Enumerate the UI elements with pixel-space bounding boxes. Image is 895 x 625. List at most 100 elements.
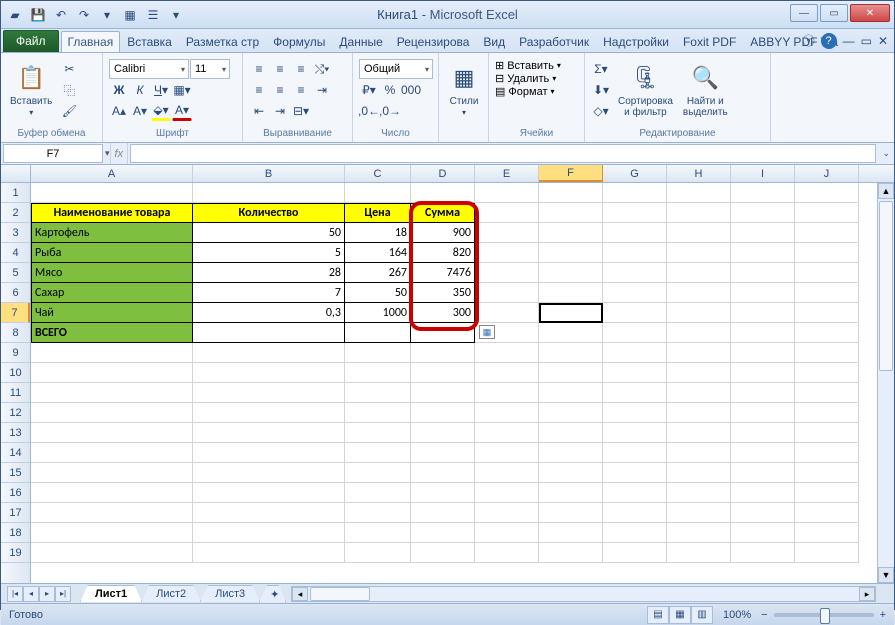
cell-G13[interactable] [603, 423, 667, 443]
doc-minimize-icon[interactable]: — [843, 34, 855, 48]
col-header-I[interactable]: I [731, 165, 795, 182]
cell-J7[interactable] [795, 303, 859, 323]
cell-C3[interactable]: 18 [345, 223, 411, 243]
cells-area[interactable]: Наименование товараКоличествоЦенаСуммаКа… [31, 183, 894, 583]
cell-I12[interactable] [731, 403, 795, 423]
cell-D1[interactable] [411, 183, 475, 203]
scroll-up-icon[interactable]: ▲ [878, 183, 894, 199]
cell-B11[interactable] [193, 383, 345, 403]
cell-I9[interactable] [731, 343, 795, 363]
tab-view[interactable]: Вид [476, 31, 512, 52]
cell-B17[interactable] [193, 503, 345, 523]
tab-layout[interactable]: Разметка стр [179, 31, 266, 52]
cell-H17[interactable] [667, 503, 731, 523]
cell-A4[interactable]: Рыба [31, 243, 193, 263]
cell-H9[interactable] [667, 343, 731, 363]
paste-button[interactable]: 📋 Вставить ▾ [7, 59, 55, 121]
tab-data[interactable]: Данные [332, 31, 389, 52]
cell-D5[interactable]: 7476 [411, 263, 475, 283]
merge-icon[interactable]: ⊟▾ [291, 101, 311, 121]
cell-B9[interactable] [193, 343, 345, 363]
col-header-D[interactable]: D [411, 165, 475, 182]
cell-B12[interactable] [193, 403, 345, 423]
cell-D10[interactable] [411, 363, 475, 383]
cell-F18[interactable] [539, 523, 603, 543]
cell-J15[interactable] [795, 463, 859, 483]
cell-H19[interactable] [667, 543, 731, 563]
align-right-icon[interactable]: ≡ [291, 80, 311, 100]
cell-E2[interactable] [475, 203, 539, 223]
qat-dropdown-icon[interactable]: ▾ [166, 5, 186, 25]
tab-developer[interactable]: Разработчик [512, 31, 596, 52]
cell-I11[interactable] [731, 383, 795, 403]
cell-A9[interactable] [31, 343, 193, 363]
cell-H11[interactable] [667, 383, 731, 403]
cell-I13[interactable] [731, 423, 795, 443]
scroll-down-icon[interactable]: ▼ [878, 567, 894, 583]
cell-H15[interactable] [667, 463, 731, 483]
cell-C6[interactable]: 50 [345, 283, 411, 303]
cell-F16[interactable] [539, 483, 603, 503]
cell-G9[interactable] [603, 343, 667, 363]
col-header-A[interactable]: A [31, 165, 193, 182]
cell-H8[interactable] [667, 323, 731, 343]
cell-A1[interactable] [31, 183, 193, 203]
cell-C19[interactable] [345, 543, 411, 563]
scroll-right-icon[interactable]: ▸ [859, 587, 875, 601]
doc-restore-icon[interactable]: ▭ [861, 34, 872, 48]
cell-H14[interactable] [667, 443, 731, 463]
view-normal-icon[interactable]: ▤ [647, 606, 669, 624]
cell-I1[interactable] [731, 183, 795, 203]
cell-I14[interactable] [731, 443, 795, 463]
cell-F1[interactable] [539, 183, 603, 203]
number-format-select[interactable]: Общий [359, 59, 433, 79]
excel-icon[interactable]: ▰ [5, 5, 25, 25]
help-icon[interactable]: ? [821, 33, 837, 49]
row-header-2[interactable]: 2 [1, 203, 30, 223]
cut-icon[interactable]: ✂ [59, 59, 79, 79]
cell-J14[interactable] [795, 443, 859, 463]
row-header-10[interactable]: 10 [1, 363, 30, 383]
copy-icon[interactable]: ⿻ [59, 80, 79, 100]
cell-H3[interactable] [667, 223, 731, 243]
cell-B2[interactable]: Количество [193, 203, 345, 223]
cell-I3[interactable] [731, 223, 795, 243]
cell-J17[interactable] [795, 503, 859, 523]
cell-I16[interactable] [731, 483, 795, 503]
decrease-decimal-icon[interactable]: ,0→ [380, 101, 400, 121]
autosum-icon[interactable]: Σ▾ [591, 59, 611, 79]
cell-D17[interactable] [411, 503, 475, 523]
cell-G16[interactable] [603, 483, 667, 503]
sheet-tab-1[interactable]: Лист1 [80, 585, 142, 602]
orientation-icon[interactable]: ⤭▾ [312, 59, 332, 79]
cell-E15[interactable] [475, 463, 539, 483]
zoom-level[interactable]: 100% [723, 609, 751, 621]
cell-D3[interactable]: 900 [411, 223, 475, 243]
cell-J18[interactable] [795, 523, 859, 543]
cell-H13[interactable] [667, 423, 731, 443]
cell-E5[interactable] [475, 263, 539, 283]
cell-F5[interactable] [539, 263, 603, 283]
align-left-icon[interactable]: ≡ [249, 80, 269, 100]
cell-H10[interactable] [667, 363, 731, 383]
cell-A17[interactable] [31, 503, 193, 523]
cell-D11[interactable] [411, 383, 475, 403]
cell-E19[interactable] [475, 543, 539, 563]
cell-D14[interactable] [411, 443, 475, 463]
cell-D2[interactable]: Сумма [411, 203, 475, 223]
zoom-out-button[interactable]: − [761, 609, 767, 621]
cell-D6[interactable]: 350 [411, 283, 475, 303]
cell-A6[interactable]: Сахар [31, 283, 193, 303]
row-header-16[interactable]: 16 [1, 483, 30, 503]
cell-I7[interactable] [731, 303, 795, 323]
horizontal-scrollbar[interactable]: ◂ ▸ [291, 586, 876, 602]
cell-G18[interactable] [603, 523, 667, 543]
cell-A3[interactable]: Картофель [31, 223, 193, 243]
cell-F2[interactable] [539, 203, 603, 223]
autofill-options-icon[interactable]: ▦ [479, 325, 495, 339]
cell-J10[interactable] [795, 363, 859, 383]
cell-C10[interactable] [345, 363, 411, 383]
cell-G14[interactable] [603, 443, 667, 463]
cell-A5[interactable]: Мясо [31, 263, 193, 283]
cell-C13[interactable] [345, 423, 411, 443]
